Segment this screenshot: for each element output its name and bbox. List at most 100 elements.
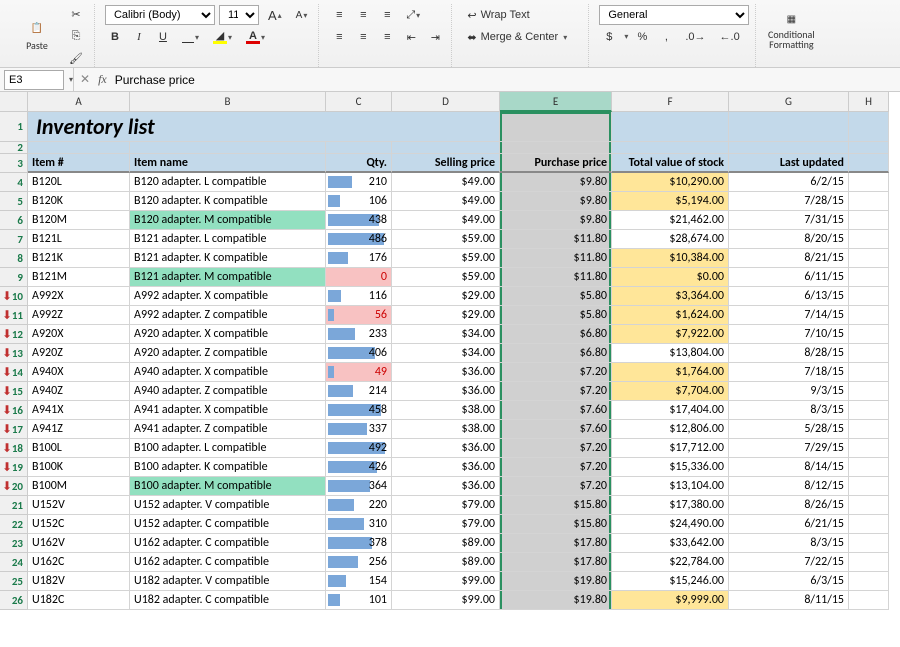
table-header[interactable]: Selling price <box>392 154 500 173</box>
col-header-F[interactable]: F <box>612 92 729 112</box>
cell-purchase[interactable]: ⬇$6.80 <box>500 325 612 344</box>
cell-item-no[interactable]: A920Z <box>28 344 130 363</box>
cell-qty[interactable]: 378 <box>326 534 392 553</box>
cell[interactable] <box>849 591 889 610</box>
cell[interactable] <box>849 439 889 458</box>
cell-updated[interactable]: 7/28/15 <box>729 192 849 211</box>
cell-selling[interactable]: $36.00 <box>392 363 500 382</box>
paste-button[interactable]: 📋 Paste <box>12 4 62 64</box>
orientation-button[interactable]: ⤢▾ <box>401 5 425 25</box>
cell-item-no[interactable]: U182V <box>28 572 130 591</box>
cell-item-no[interactable]: U182C <box>28 591 130 610</box>
cancel-formula-icon[interactable]: ✕ <box>80 72 90 87</box>
cell-selling[interactable]: $34.00 <box>392 325 500 344</box>
table-header[interactable]: Last updated <box>729 154 849 173</box>
cell-item-name[interactable]: B100 adapter. L compatible <box>130 439 326 458</box>
cell-item-name[interactable]: U182 adapter. V compatible <box>130 572 326 591</box>
wrap-text-button[interactable]: ↩Wrap Text <box>462 5 572 25</box>
cell-purchase[interactable]: ⬇$7.60 <box>500 420 612 439</box>
cell-selling[interactable]: $49.00 <box>392 173 500 192</box>
cell[interactable] <box>849 572 889 591</box>
cell-total[interactable]: $7,922.00 <box>612 325 729 344</box>
align-middle-button[interactable]: ≡ <box>353 5 373 25</box>
bold-button[interactable]: B <box>105 27 125 47</box>
cell-selling[interactable]: $79.00 <box>392 496 500 515</box>
cell-total[interactable]: $13,104.00 <box>612 477 729 496</box>
cell-selling[interactable]: $59.00 <box>392 230 500 249</box>
cell[interactable] <box>849 142 889 154</box>
cell-item-no[interactable]: B121K <box>28 249 130 268</box>
cell-qty[interactable]: 210 <box>326 173 392 192</box>
row-header[interactable]: 9 <box>0 268 28 287</box>
cell-selling[interactable]: $36.00 <box>392 382 500 401</box>
cell[interactable] <box>130 142 326 154</box>
merge-center-button[interactable]: ⬌Merge & Center▾ <box>462 27 582 47</box>
cell-qty[interactable]: 0 <box>326 268 392 287</box>
cell-total[interactable]: $3,364.00 <box>612 287 729 306</box>
cell-item-name[interactable]: U182 adapter. C compatible <box>130 591 326 610</box>
cell-qty[interactable]: 220 <box>326 496 392 515</box>
cell-item-name[interactable]: U162 adapter. C compatible <box>130 534 326 553</box>
col-header-G[interactable]: G <box>729 92 849 112</box>
cell[interactable] <box>392 142 500 154</box>
cell-selling[interactable]: $29.00 <box>392 306 500 325</box>
cell[interactable] <box>849 211 889 230</box>
cell-qty[interactable]: 106 <box>326 192 392 211</box>
cell-purchase[interactable]: $15.80 <box>500 496 612 515</box>
row-header[interactable]: 21 <box>0 496 28 515</box>
cell[interactable] <box>28 142 130 154</box>
cell[interactable] <box>849 287 889 306</box>
cell-item-no[interactable]: A941Z <box>28 420 130 439</box>
row-header[interactable]: 24 <box>0 553 28 572</box>
font-name-select[interactable]: Calibri (Body) <box>105 5 215 25</box>
cell-item-name[interactable]: A992 adapter. Z compatible <box>130 306 326 325</box>
cell-selling[interactable]: $36.00 <box>392 477 500 496</box>
cell-qty[interactable]: 56 <box>326 306 392 325</box>
row-header[interactable]: 25 <box>0 572 28 591</box>
cell-item-name[interactable]: U152 adapter. V compatible <box>130 496 326 515</box>
cell-purchase[interactable]: ⬇$7.20 <box>500 363 612 382</box>
cell-selling[interactable]: $36.00 <box>392 439 500 458</box>
cell-selling[interactable]: $29.00 <box>392 287 500 306</box>
cell-total[interactable]: $17,380.00 <box>612 496 729 515</box>
cell-updated[interactable]: 8/12/15 <box>729 477 849 496</box>
cell-qty[interactable]: 337 <box>326 420 392 439</box>
cell-item-name[interactable]: A920 adapter. X compatible <box>130 325 326 344</box>
cell-purchase[interactable]: $17.80 <box>500 553 612 572</box>
cell-item-name[interactable]: A940 adapter. X compatible <box>130 363 326 382</box>
cell-selling[interactable]: $36.00 <box>392 458 500 477</box>
percent-button[interactable]: % <box>632 27 652 47</box>
cell-purchase[interactable]: $15.80 <box>500 515 612 534</box>
row-header[interactable]: 6 <box>0 211 28 230</box>
cell[interactable] <box>849 230 889 249</box>
cell-total[interactable]: $7,704.00 <box>612 382 729 401</box>
cell-total[interactable]: $24,490.00 <box>612 515 729 534</box>
cell[interactable] <box>849 458 889 477</box>
table-header[interactable]: Item name <box>130 154 326 173</box>
cell-total[interactable]: $10,290.00 <box>612 173 729 192</box>
row-header[interactable]: 2 <box>0 142 28 154</box>
cell-purchase[interactable]: ⬇$7.20 <box>500 458 612 477</box>
cell-updated[interactable]: 8/11/15 <box>729 591 849 610</box>
cell-item-no[interactable]: B120M <box>28 211 130 230</box>
copy-button[interactable]: ⎘ <box>64 26 88 46</box>
name-box[interactable] <box>4 70 64 90</box>
cell[interactable] <box>849 249 889 268</box>
cell-qty[interactable]: 438 <box>326 211 392 230</box>
cell-updated[interactable]: 7/10/15 <box>729 325 849 344</box>
cell-purchase[interactable]: $9.80 <box>500 211 612 230</box>
cell-purchase[interactable]: $11.80 <box>500 230 612 249</box>
cell-item-no[interactable]: B121L <box>28 230 130 249</box>
increase-font-button[interactable]: A▴ <box>263 5 287 25</box>
select-all-corner[interactable] <box>0 92 28 112</box>
cell-qty[interactable]: 486 <box>326 230 392 249</box>
cell-item-name[interactable]: A941 adapter. Z compatible <box>130 420 326 439</box>
cell-total[interactable]: $15,336.00 <box>612 458 729 477</box>
cell[interactable] <box>729 142 849 154</box>
cell-qty[interactable]: 214 <box>326 382 392 401</box>
row-header[interactable]: 22 <box>0 515 28 534</box>
cell-item-name[interactable]: A941 adapter. X compatible <box>130 401 326 420</box>
cell-item-name[interactable]: B121 adapter. K compatible <box>130 249 326 268</box>
cell-qty[interactable]: 458 <box>326 401 392 420</box>
cell-item-no[interactable]: A992Z <box>28 306 130 325</box>
